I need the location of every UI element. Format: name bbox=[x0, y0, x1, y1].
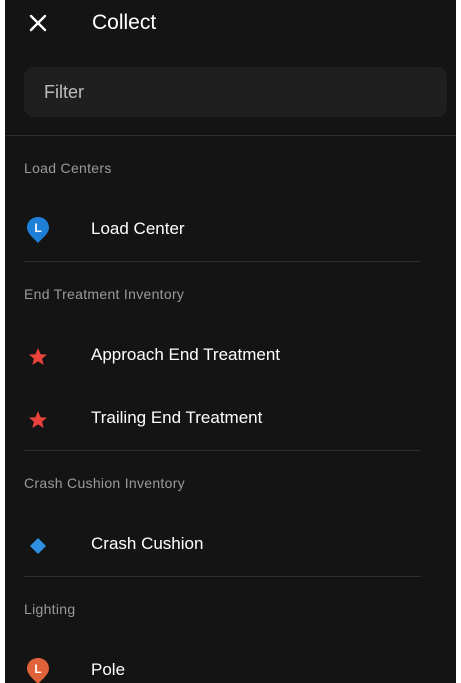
section-title: Lighting bbox=[24, 601, 76, 617]
close-button[interactable] bbox=[25, 10, 51, 36]
list-item-load-center[interactable]: L Load Center bbox=[5, 198, 456, 261]
list-item-pole[interactable]: L Pole bbox=[5, 639, 456, 683]
header: Collect bbox=[5, 0, 456, 48]
red-star-icon bbox=[29, 411, 47, 428]
section-header-end-treatment-inventory: End Treatment Inventory bbox=[5, 262, 456, 324]
list-item-trailing-end-treatment[interactable]: Trailing End Treatment bbox=[5, 387, 456, 450]
list-item-label: Load Center bbox=[91, 219, 185, 238]
svg-text:L: L bbox=[34, 221, 41, 235]
section-header-crash-cushion-inventory: Crash Cushion Inventory bbox=[5, 451, 456, 513]
list-item-approach-end-treatment[interactable]: Approach End Treatment bbox=[5, 324, 456, 387]
svg-text:L: L bbox=[34, 662, 41, 676]
list-item-crash-cushion[interactable]: Crash Cushion bbox=[5, 513, 456, 576]
section-header-load-centers: Load Centers bbox=[5, 136, 456, 198]
orange-pin-L-icon: L bbox=[27, 658, 49, 683]
filter-field-container bbox=[24, 67, 447, 117]
section-title: Crash Cushion Inventory bbox=[24, 475, 185, 491]
section-header-lighting: Lighting bbox=[5, 577, 456, 639]
filter-input[interactable] bbox=[24, 67, 447, 117]
close-icon bbox=[29, 14, 47, 32]
red-star-icon bbox=[29, 348, 47, 365]
list-item-label: Pole bbox=[91, 660, 126, 679]
collect-panel: Collect Load Centers L Load Center End T… bbox=[5, 0, 456, 683]
blue-pin-L-icon: L bbox=[27, 217, 49, 243]
page-title: Collect bbox=[92, 11, 157, 34]
collect-list: Load Centers L Load Center End Treatment… bbox=[5, 136, 456, 683]
list-item-label: Trailing End Treatment bbox=[91, 408, 263, 427]
section-title: Load Centers bbox=[24, 160, 112, 176]
list-item-label: Approach End Treatment bbox=[91, 345, 281, 364]
blue-diamond-icon bbox=[30, 538, 46, 554]
list-item-label: Crash Cushion bbox=[91, 534, 204, 553]
section-title: End Treatment Inventory bbox=[24, 286, 185, 302]
